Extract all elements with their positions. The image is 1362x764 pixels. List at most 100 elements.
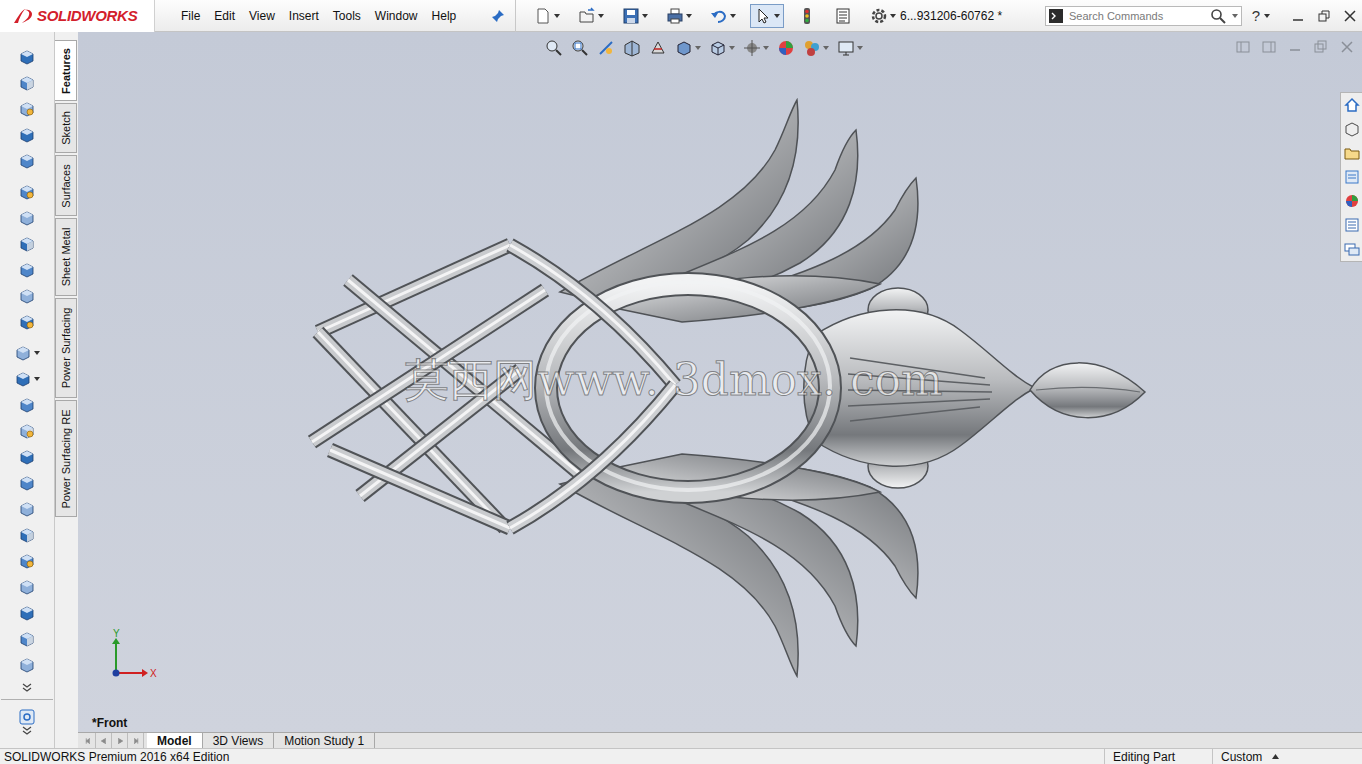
command-button[interactable] bbox=[7, 548, 47, 574]
feature-command-icon[interactable] bbox=[18, 630, 36, 648]
command-button[interactable] bbox=[7, 122, 47, 148]
command-button[interactable] bbox=[7, 418, 47, 444]
task-pane-tab[interactable] bbox=[1341, 93, 1362, 117]
units-up-caret-icon[interactable] bbox=[1272, 754, 1279, 759]
task-pane-tab[interactable] bbox=[1341, 237, 1362, 261]
view-tool-icon[interactable] bbox=[675, 39, 693, 57]
feature-command-icon[interactable] bbox=[18, 552, 36, 570]
view-tool-icon[interactable] bbox=[709, 39, 727, 57]
viewport-control-icon[interactable] bbox=[1236, 40, 1250, 54]
minimize-window-icon[interactable] bbox=[1292, 10, 1304, 22]
dropdown-caret-icon[interactable] bbox=[554, 14, 560, 18]
model-tab[interactable]: Motion Study 1 bbox=[274, 733, 375, 748]
feature-command-icon[interactable] bbox=[18, 287, 36, 305]
view-tool-icon[interactable] bbox=[837, 39, 855, 57]
feature-command-icon[interactable] bbox=[18, 209, 36, 227]
dropdown-caret-icon[interactable] bbox=[598, 14, 604, 18]
tab-nav-button[interactable] bbox=[96, 733, 112, 748]
dropdown-caret-icon[interactable] bbox=[686, 14, 692, 18]
feature-command-icon[interactable] bbox=[18, 396, 36, 414]
select-cursor-icon[interactable] bbox=[754, 7, 772, 25]
command-button[interactable] bbox=[7, 257, 47, 283]
dropdown-caret-icon[interactable] bbox=[774, 14, 780, 18]
model-tab[interactable]: 3D Views bbox=[203, 733, 274, 748]
dropdown-caret-icon[interactable] bbox=[34, 351, 40, 355]
view-tool-icon[interactable] bbox=[803, 39, 821, 57]
heads-up-button[interactable] bbox=[622, 38, 642, 58]
toolbar-button[interactable] bbox=[794, 4, 820, 28]
feature-command-icon[interactable] bbox=[18, 152, 36, 170]
command-button[interactable] bbox=[7, 626, 47, 652]
command-button[interactable] bbox=[7, 496, 47, 522]
menu-item[interactable]: Help bbox=[432, 7, 457, 25]
menu-item[interactable]: Insert bbox=[289, 7, 319, 25]
feature-command-icon[interactable] bbox=[18, 313, 36, 331]
menu-item[interactable]: View bbox=[249, 7, 275, 25]
heads-up-button[interactable] bbox=[836, 38, 864, 58]
task-pane-icon[interactable] bbox=[1344, 217, 1360, 233]
heads-up-button[interactable] bbox=[802, 38, 830, 58]
command-button[interactable] bbox=[7, 283, 47, 309]
menu-item[interactable]: Window bbox=[375, 7, 418, 25]
dropdown-caret-icon[interactable] bbox=[1264, 14, 1270, 18]
command-button[interactable] bbox=[7, 179, 47, 205]
dropdown-caret-icon[interactable] bbox=[730, 14, 736, 18]
status-units[interactable]: Custom bbox=[1212, 749, 1362, 764]
command-button[interactable] bbox=[7, 148, 47, 174]
command-button[interactable] bbox=[7, 652, 47, 678]
command-button[interactable] bbox=[7, 470, 47, 496]
dropdown-caret-icon[interactable] bbox=[857, 46, 863, 50]
toolbar-button[interactable] bbox=[574, 4, 608, 28]
search-icon[interactable] bbox=[1210, 8, 1226, 24]
toolbar-button[interactable] bbox=[618, 4, 652, 28]
dropdown-caret-icon[interactable] bbox=[890, 14, 896, 18]
dropdown-caret-icon[interactable] bbox=[642, 14, 648, 18]
task-pane-icon[interactable] bbox=[1344, 121, 1360, 137]
feature-command-icon[interactable] bbox=[18, 126, 36, 144]
task-pane-icon[interactable] bbox=[1344, 193, 1360, 209]
task-pane-tab[interactable] bbox=[1341, 165, 1362, 189]
command-tab[interactable]: Sheet Metal bbox=[55, 218, 77, 296]
tab-nav-button[interactable] bbox=[80, 733, 96, 748]
feature-command-icon[interactable] bbox=[18, 74, 36, 92]
command-button[interactable] bbox=[7, 600, 47, 626]
task-pane-icon[interactable] bbox=[1344, 145, 1360, 161]
view-tool-icon[interactable] bbox=[649, 39, 667, 57]
task-pane-tab[interactable] bbox=[1341, 213, 1362, 237]
dropdown-caret-icon[interactable] bbox=[1232, 14, 1238, 18]
open-folder-icon[interactable] bbox=[578, 7, 596, 25]
menu-item[interactable]: File bbox=[181, 7, 200, 25]
heads-up-button[interactable] bbox=[708, 38, 736, 58]
feature-command-icon[interactable] bbox=[14, 344, 32, 362]
menu-item[interactable]: Edit bbox=[214, 7, 235, 25]
command-tab[interactable]: Features bbox=[55, 40, 77, 101]
dropdown-caret-icon[interactable] bbox=[729, 46, 735, 50]
task-pane-icon[interactable] bbox=[1344, 241, 1360, 257]
command-button[interactable] bbox=[7, 309, 47, 335]
task-pane-icon[interactable] bbox=[1344, 169, 1360, 185]
task-pane-icon[interactable] bbox=[1344, 97, 1360, 113]
expand-chevron-icon[interactable] bbox=[22, 726, 32, 736]
view-tool-icon[interactable] bbox=[743, 39, 761, 57]
command-button[interactable] bbox=[7, 574, 47, 600]
expand-chevron-icon[interactable] bbox=[22, 683, 32, 693]
view-tool-icon[interactable] bbox=[571, 39, 589, 57]
feature-command-icon[interactable] bbox=[18, 500, 36, 518]
tab-nav-button[interactable] bbox=[112, 733, 128, 748]
tab-nav-arrow-icon[interactable] bbox=[129, 737, 143, 745]
view-tool-icon[interactable] bbox=[777, 39, 795, 57]
toolbar-button[interactable] bbox=[750, 4, 784, 28]
toolbar-button[interactable] bbox=[530, 4, 564, 28]
command-tab[interactable]: Surfaces bbox=[55, 155, 77, 216]
command-button[interactable] bbox=[7, 366, 47, 392]
view-tool-icon[interactable] bbox=[623, 39, 641, 57]
help-button[interactable]: ? bbox=[1252, 7, 1270, 24]
command-button[interactable] bbox=[7, 96, 47, 122]
pin-icon[interactable] bbox=[491, 9, 505, 23]
file-properties-icon[interactable] bbox=[834, 7, 852, 25]
command-button[interactable] bbox=[7, 205, 47, 231]
viewport-control-icon[interactable] bbox=[1314, 40, 1328, 54]
toolbar-button[interactable] bbox=[662, 4, 696, 28]
feature-command-icon[interactable] bbox=[18, 235, 36, 253]
print-icon[interactable] bbox=[666, 7, 684, 25]
